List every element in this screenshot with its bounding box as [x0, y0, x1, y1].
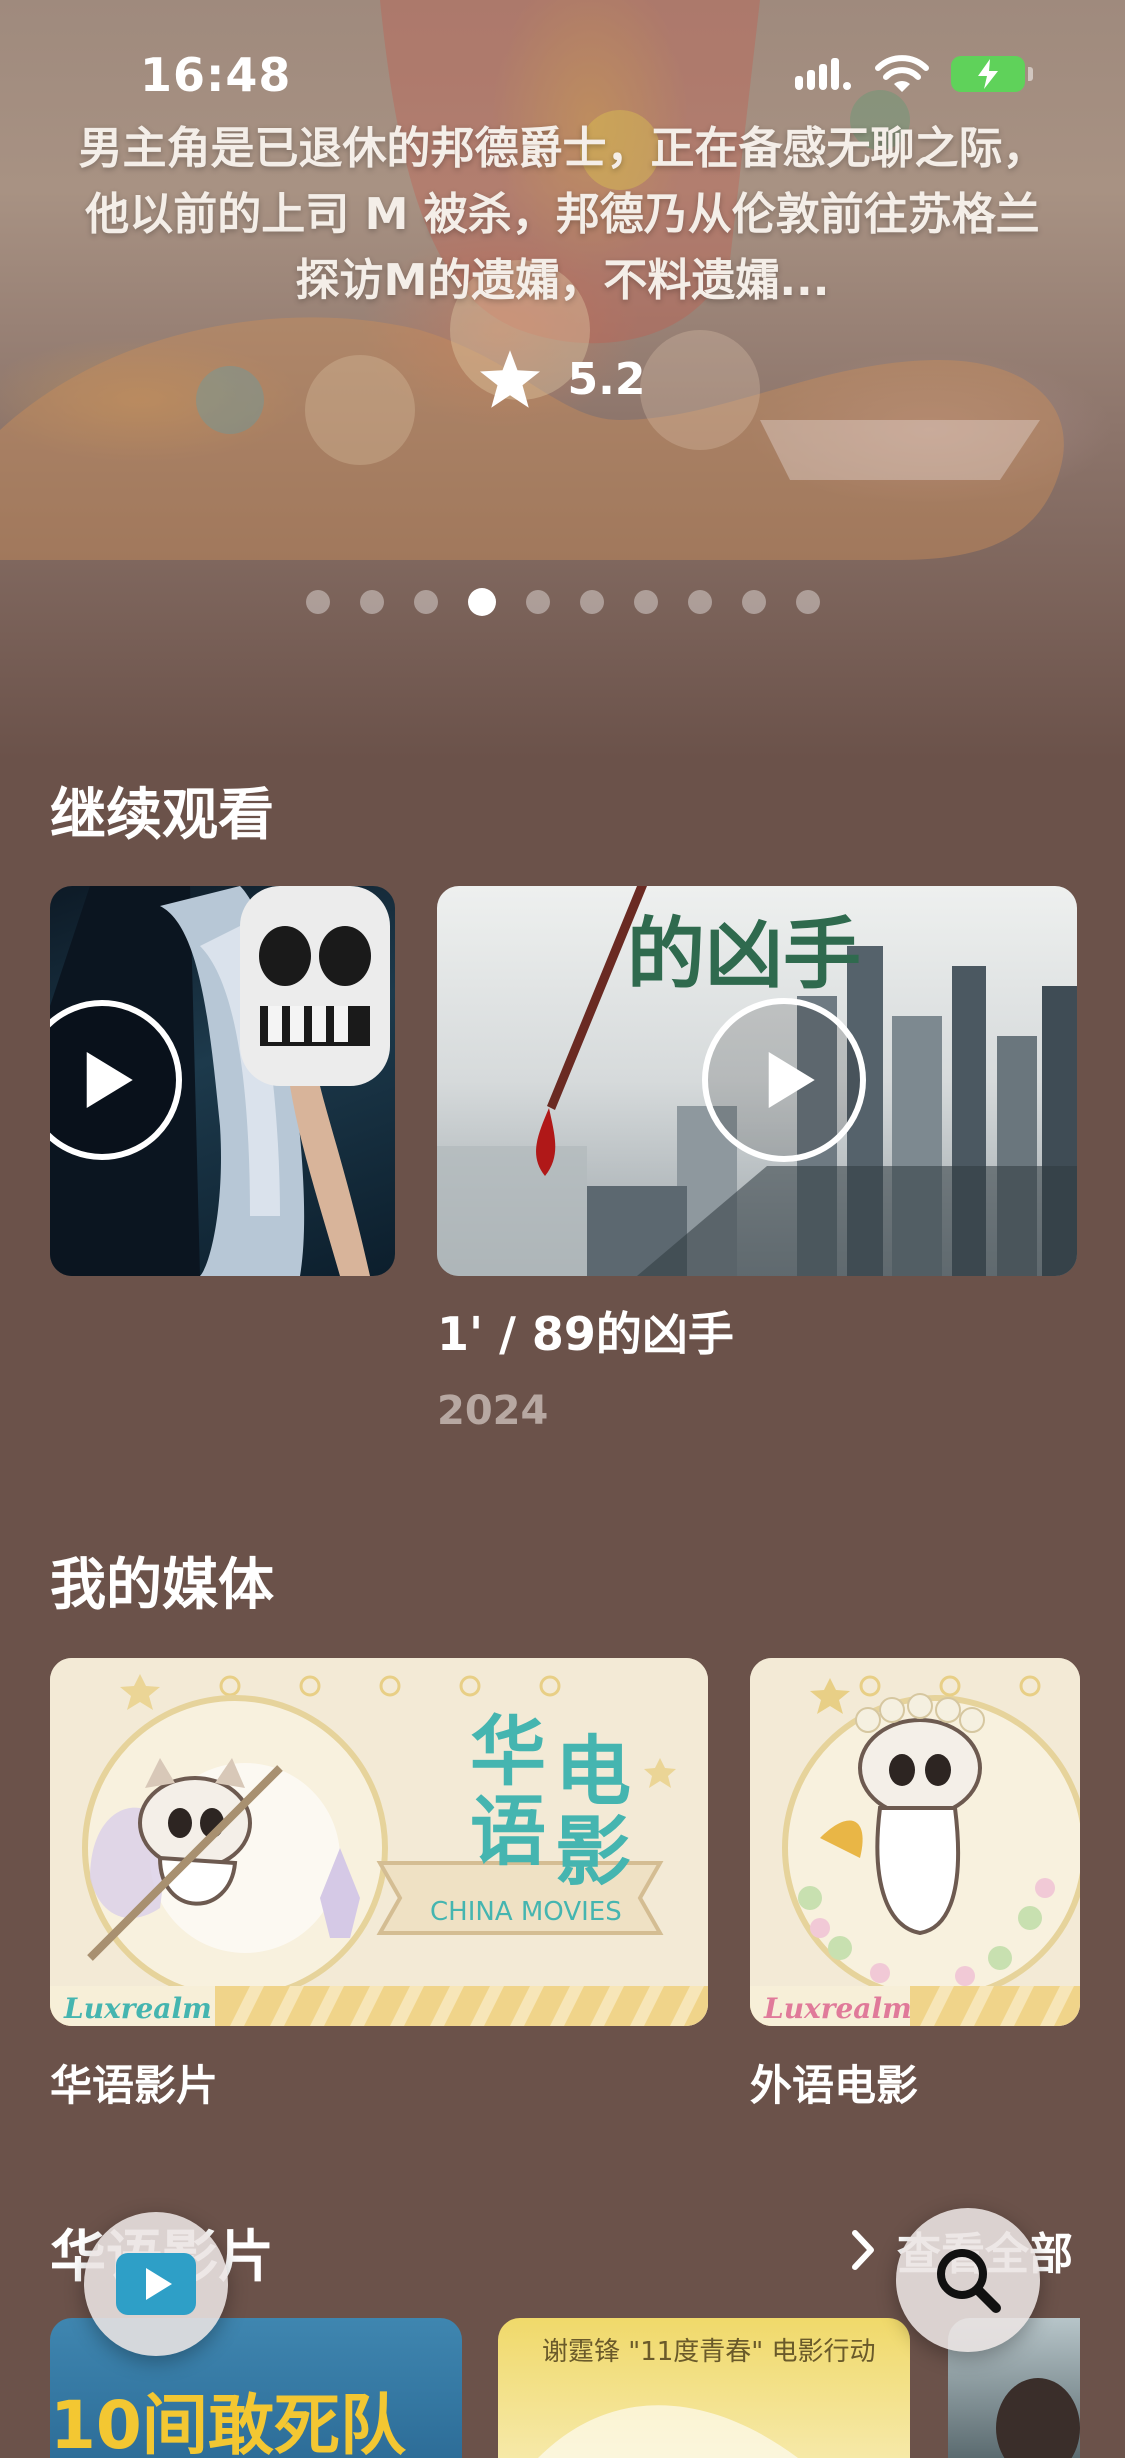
hero-banner[interactable]: 16:48 男主角是已退休的邦德爵士，正在备感无聊之际，他以前的上司 M 被杀，…	[0, 0, 1125, 760]
cover-char: 电	[555, 1727, 631, 1816]
page-dot[interactable]	[579, 590, 604, 614]
brand-mark: Luxrealm	[763, 1992, 912, 2025]
media-card-chinese-films[interactable]: 华 电 语 影 CHINA MOVIES Luxrealm	[50, 1658, 708, 2026]
page-dot[interactable]	[687, 590, 712, 614]
play-icon	[768, 1052, 815, 1108]
search-icon	[937, 2249, 1001, 2313]
page-dot[interactable]	[795, 590, 820, 614]
film-poster-2[interactable]: 谢霆锋 "11度青春" 电影行动	[498, 2318, 910, 2458]
chevron-right-icon	[852, 2230, 874, 2270]
battery-charging-icon	[951, 56, 1033, 92]
cover-char: 影	[555, 1807, 631, 1896]
page-dot[interactable]	[633, 590, 658, 614]
my-media-title: 我的媒体	[50, 1553, 274, 1618]
star-icon	[479, 350, 540, 408]
continue-watching-title: 继续观看	[50, 783, 274, 848]
page-dot[interactable]	[413, 590, 438, 614]
page-dot-active[interactable]	[467, 588, 496, 616]
continue-watching-row[interactable]: 的凶手 1' / 89的凶手 2024	[0, 886, 1125, 1434]
status-time: 16:48	[140, 48, 292, 102]
media-label-chinese-films[interactable]: 华语影片	[50, 2052, 218, 2113]
rating-value: 5.2	[567, 353, 646, 405]
cellular-signal-icon	[795, 58, 851, 90]
page-dot[interactable]	[741, 590, 766, 614]
hero-rating: 5.2	[0, 350, 1125, 408]
continue-item-year: 2024	[437, 1388, 549, 1434]
play-icon	[86, 1052, 133, 1108]
library-cover-art: Luxrealm	[750, 1658, 1080, 2026]
library-cover-art: 华 电 语 影 CHINA MOVIES Luxrealm	[50, 1658, 708, 2026]
status-icons	[793, 54, 1033, 94]
continue-item-title[interactable]: 1' / 89的凶手	[437, 1298, 734, 1364]
cover-char: 语	[470, 1787, 546, 1876]
brand-mark: Luxrealm	[63, 1992, 212, 2025]
continue-card-previous[interactable]	[50, 886, 395, 1276]
media-card-foreign-films[interactable]: Luxrealm	[750, 1658, 1080, 2026]
cover-char: 华	[470, 1707, 546, 1796]
poster-title: 谢霆锋 "11度青春" 电影行动	[542, 2337, 876, 2367]
page-indicator[interactable]	[0, 588, 1125, 616]
page-dot[interactable]	[525, 590, 550, 614]
page-dot[interactable]	[359, 590, 384, 614]
poster-title: 10间敢死队	[50, 2387, 407, 2458]
hero-description: 男主角是已退休的邦德爵士，正在备感无聊之际，他以前的上司 M 被杀，邦德乃从伦敦…	[78, 123, 1047, 306]
play-square-icon	[116, 2253, 196, 2315]
play-button[interactable]	[702, 998, 866, 1162]
cover-banner: CHINA MOVIES	[430, 1897, 622, 1927]
poster-art: 谢霆锋 "11度青春" 电影行动	[538, 2337, 876, 2458]
continue-card-current[interactable]: 的凶手	[437, 886, 1077, 1276]
media-label-foreign-films[interactable]: 外语电影	[750, 2052, 918, 2113]
poster-title: 的凶手	[627, 910, 861, 1000]
wifi-icon	[875, 55, 929, 92]
search-fab-button[interactable]	[896, 2208, 1040, 2352]
page-dot[interactable]	[305, 590, 330, 614]
play-fab-button[interactable]	[84, 2212, 228, 2356]
